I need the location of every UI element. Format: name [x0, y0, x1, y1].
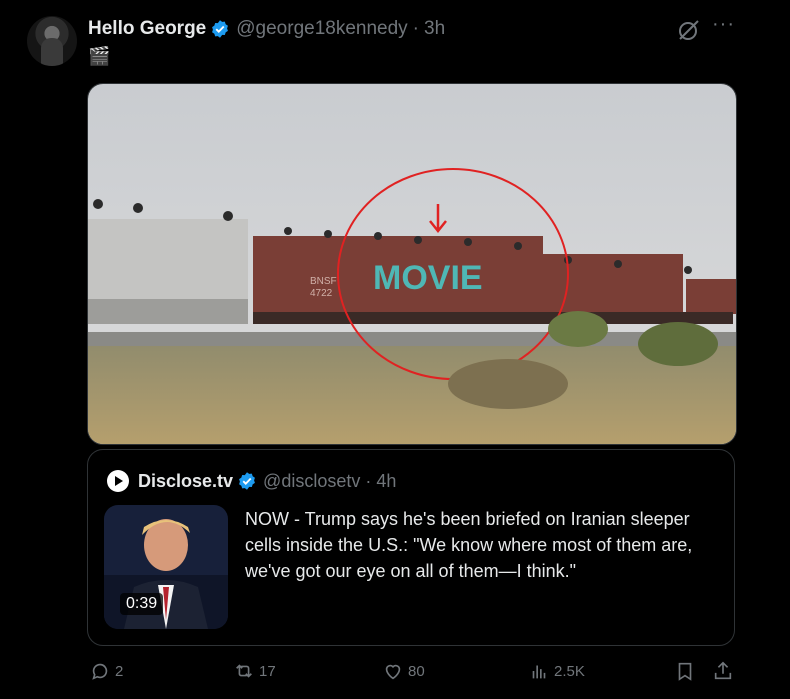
quoted-post-header: Disclose.tv @disclosetv · 4h: [106, 469, 396, 493]
more-options-icon[interactable]: ···: [712, 13, 735, 36]
grok-icon[interactable]: [677, 18, 701, 42]
views-button[interactable]: 2.5K: [528, 660, 585, 682]
share-icon: [714, 661, 732, 680]
share-button[interactable]: [712, 660, 738, 682]
verified-badge-icon: [239, 472, 255, 490]
author-name[interactable]: Hello George: [88, 18, 206, 40]
quoted-post[interactable]: Disclose.tv @disclosetv · 4h 0:39 NOW - …: [87, 449, 735, 646]
post-time[interactable]: 3h: [424, 18, 445, 40]
verified-badge-icon: [212, 20, 229, 38]
graffiti-text: MOVIE: [373, 259, 483, 297]
like-button[interactable]: 80: [382, 660, 425, 682]
repost-count: 17: [259, 662, 276, 680]
avatar[interactable]: [27, 16, 77, 66]
action-bar: 2 17 80 2.5K: [0, 660, 790, 690]
bookmark-icon: [678, 662, 692, 681]
quoted-author-handle[interactable]: @disclosetv: [263, 471, 360, 492]
like-count: 80: [408, 662, 425, 680]
separator: ·: [365, 470, 372, 491]
quoted-video-thumbnail[interactable]: 0:39: [104, 505, 228, 629]
heart-icon: [385, 664, 401, 680]
reply-icon: [92, 663, 108, 680]
car-text: BNSF: [310, 276, 337, 287]
post-header: Hello George @george18kennedy · 3h: [88, 17, 445, 41]
quoted-post-time[interactable]: 4h: [376, 471, 396, 492]
reply-button[interactable]: 2: [89, 660, 123, 682]
repost-icon: [236, 664, 252, 678]
author-handle[interactable]: @george18kennedy: [236, 18, 407, 40]
quoted-author-name[interactable]: Disclose.tv: [138, 471, 233, 492]
post-text: 🎬: [88, 46, 111, 66]
car-number: 4722: [310, 288, 333, 299]
views-icon: [532, 665, 546, 679]
quoted-post-text: NOW - Trump says he's been briefed on Ir…: [245, 509, 693, 581]
reply-count: 2: [115, 662, 124, 680]
bookmark-button[interactable]: [674, 660, 700, 682]
disclose-logo-icon: [107, 470, 129, 492]
separator: ·: [412, 18, 419, 39]
video-duration: 0:39: [120, 593, 164, 615]
repost-button[interactable]: 17: [233, 660, 276, 682]
post-image[interactable]: MOVIE BNSF 4722: [87, 83, 737, 445]
views-count: 2.5K: [554, 662, 585, 680]
